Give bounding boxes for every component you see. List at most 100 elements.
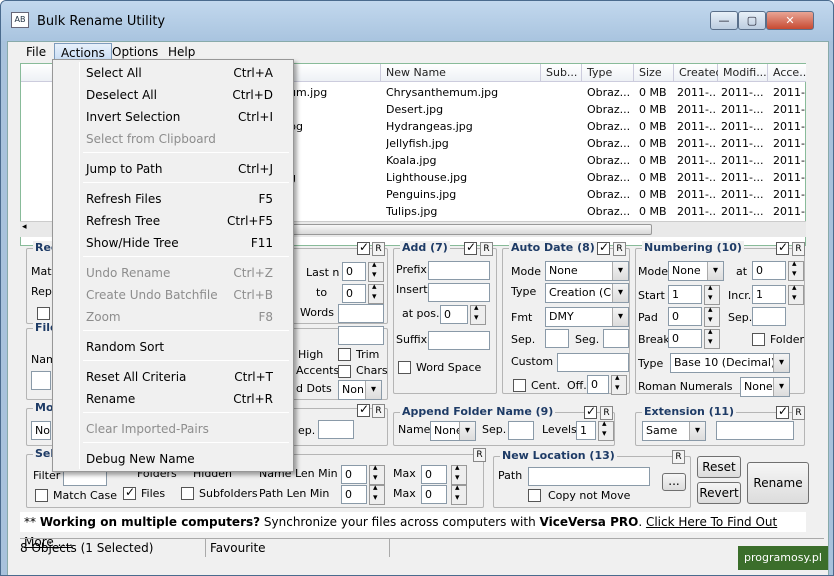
title-bar[interactable]: AB Bulk Rename Utility — ▢ ✕ xyxy=(1,1,833,41)
path-len-min-input[interactable]: 0 xyxy=(341,485,367,504)
num-at-input[interactable]: 0 xyxy=(752,261,786,280)
col-modified[interactable]: Modifi... xyxy=(718,64,768,82)
menu-item-invert-selection[interactable]: Invert Selection Ctrl+I xyxy=(55,107,291,127)
folder-checkbox[interactable] xyxy=(752,333,765,346)
at-pos-spin[interactable] xyxy=(470,303,486,325)
menu-item-refresh-files[interactable]: Refresh Files F5 xyxy=(55,189,291,209)
col-new-name[interactable]: New Name xyxy=(381,64,541,82)
word-space-checkbox[interactable] xyxy=(398,361,411,374)
num-mode-select[interactable]: None xyxy=(668,261,724,281)
menu-item-deselect-all[interactable]: Deselect All Ctrl+D xyxy=(55,85,291,105)
date-mode-select[interactable]: None xyxy=(545,261,629,281)
levels-spin[interactable] xyxy=(598,419,614,441)
move-enable-checkbox[interactable] xyxy=(357,402,370,417)
col-created[interactable]: Created xyxy=(674,64,723,82)
browse-button[interactable]: ... xyxy=(662,473,686,491)
name-len-max-spin[interactable] xyxy=(451,463,467,485)
at-pos-input[interactable]: 0 xyxy=(440,305,468,324)
files-checkbox[interactable] xyxy=(123,485,136,500)
scroll-thumb[interactable] xyxy=(282,224,652,235)
new-location-reset-r[interactable]: R xyxy=(672,450,685,464)
roman-select[interactable]: None xyxy=(740,377,790,397)
menu-item-reset-all-criteria[interactable]: Reset All Criteria Ctrl+T xyxy=(55,367,291,387)
date-custom-input[interactable] xyxy=(557,353,629,372)
cent-checkbox[interactable] xyxy=(513,379,526,392)
name-len-max-input[interactable]: 0 xyxy=(421,465,447,484)
menu-item-jump-to-path[interactable]: Jump to Path Ctrl+J xyxy=(55,159,291,179)
date-fmt-select[interactable]: DMY xyxy=(545,307,629,327)
incr-input[interactable]: 1 xyxy=(752,285,786,304)
levels-input[interactable]: 1 xyxy=(576,421,596,440)
col-accessed[interactable]: Acce... xyxy=(768,64,810,82)
name-len-min-input[interactable]: 0 xyxy=(341,465,367,484)
name-input[interactable] xyxy=(31,371,51,390)
revert-button[interactable]: Revert xyxy=(697,482,741,504)
auto-date-reset-r[interactable]: R xyxy=(613,242,626,256)
extension-reset-r[interactable]: R xyxy=(792,406,805,420)
menu-item-debug-new-name[interactable]: Debug New Name xyxy=(55,449,291,469)
case-enable-checkbox[interactable] xyxy=(357,240,370,255)
off-input[interactable]: 0 xyxy=(587,375,609,394)
insert-input[interactable] xyxy=(428,283,490,302)
append-name-select[interactable]: None xyxy=(430,421,476,441)
to-spin[interactable] xyxy=(368,282,384,304)
copy-not-move-checkbox[interactable] xyxy=(528,489,541,502)
append-sep-input[interactable] xyxy=(508,421,534,440)
move-reset-r[interactable]: R xyxy=(372,404,385,418)
match-case-checkbox[interactable] xyxy=(35,489,48,502)
num-type-select[interactable]: Base 10 (Decimal) xyxy=(670,353,790,373)
break-input[interactable]: 0 xyxy=(668,329,702,348)
date-sep-input[interactable] xyxy=(545,329,569,348)
dots-select[interactable]: Non xyxy=(338,380,382,400)
menu-item-random-sort[interactable]: Random Sort xyxy=(55,337,291,357)
list-vertical-scrollbar[interactable] xyxy=(806,63,823,246)
path-len-min-spin[interactable] xyxy=(369,483,385,505)
selections-reset-r[interactable]: R xyxy=(473,448,486,462)
start-input[interactable]: 1 xyxy=(668,285,702,304)
subfolders-checkbox[interactable] xyxy=(181,487,194,500)
append-folder-enable-checkbox[interactable] xyxy=(584,404,597,419)
move-sep-input[interactable] xyxy=(318,420,354,439)
col-size[interactable]: Size xyxy=(634,64,674,82)
menu-item-refresh-tree[interactable]: Refresh Tree Ctrl+F5 xyxy=(55,211,291,231)
path-input[interactable] xyxy=(528,467,650,486)
reset-button[interactable]: Reset xyxy=(697,456,741,478)
menu-item-select-all[interactable]: Select All Ctrl+A xyxy=(55,63,291,83)
append-folder-reset-r[interactable]: R xyxy=(600,406,613,420)
case-except-input[interactable] xyxy=(338,326,384,345)
menu-item-show-hide-tree[interactable]: Show/Hide Tree F11 xyxy=(55,233,291,253)
num-sep-input[interactable] xyxy=(752,307,786,326)
menu-item-rename[interactable]: Rename Ctrl+R xyxy=(55,389,291,409)
trim-checkbox[interactable] xyxy=(338,348,351,361)
path-len-max-input[interactable]: 0 xyxy=(421,485,447,504)
name-len-min-spin[interactable] xyxy=(369,463,385,485)
case-reset-r[interactable]: R xyxy=(372,242,385,256)
extension-input[interactable] xyxy=(716,421,794,440)
suffix-input[interactable] xyxy=(428,331,490,350)
incr-spin[interactable] xyxy=(788,283,804,305)
maximize-button[interactable]: ▢ xyxy=(738,11,766,30)
num-at-spin[interactable] xyxy=(788,259,804,281)
add-reset-r[interactable]: R xyxy=(480,242,493,256)
auto-date-enable-checkbox[interactable] xyxy=(597,240,610,255)
pad-input[interactable]: 0 xyxy=(668,307,702,326)
prefix-input[interactable] xyxy=(428,261,490,280)
scroll-left-icon[interactable]: ◂ xyxy=(22,222,27,232)
col-type[interactable]: Type xyxy=(582,64,634,82)
last-n-spin[interactable] xyxy=(368,260,384,282)
rename-button[interactable]: Rename xyxy=(747,462,809,504)
path-len-max-spin[interactable] xyxy=(451,483,467,505)
add-enable-checkbox[interactable] xyxy=(464,240,477,255)
regex-checkbox[interactable] xyxy=(37,307,50,320)
numbering-reset-r[interactable]: R xyxy=(792,242,805,256)
off-spin[interactable] xyxy=(611,373,627,395)
chars-checkbox[interactable] xyxy=(338,365,351,378)
to-input[interactable]: 0 xyxy=(342,284,366,303)
col-sub[interactable]: Sub... xyxy=(541,64,582,82)
close-button[interactable]: ✕ xyxy=(766,11,814,30)
pad-spin[interactable] xyxy=(704,305,720,327)
break-spin[interactable] xyxy=(704,327,720,349)
words-input[interactable] xyxy=(338,304,384,323)
move-select[interactable]: No xyxy=(31,421,51,440)
date-type-select[interactable]: Creation (Cur xyxy=(545,283,629,303)
